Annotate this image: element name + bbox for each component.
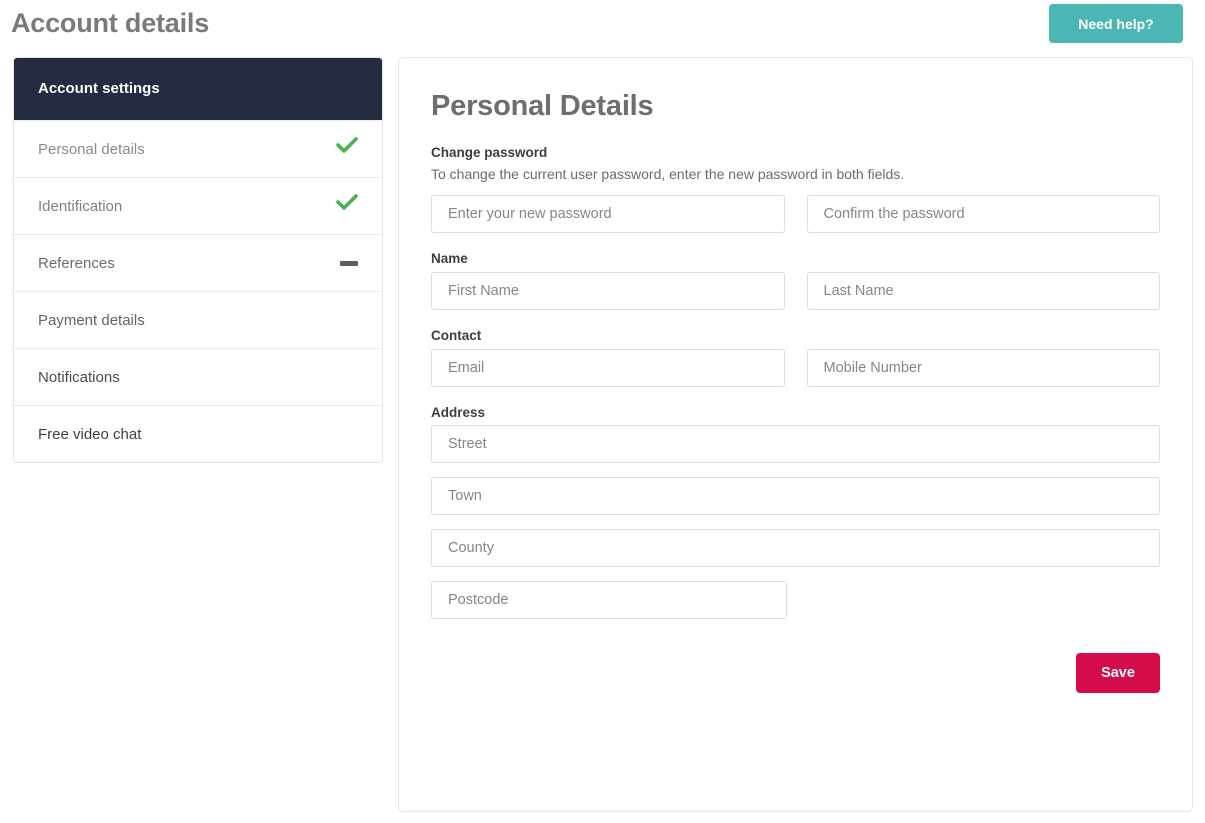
new-password-input[interactable] bbox=[431, 195, 785, 233]
confirm-password-input[interactable] bbox=[806, 195, 1160, 233]
personal-details-panel: Personal Details Change password To chan… bbox=[398, 57, 1193, 812]
sidebar-item-label: Identification bbox=[38, 197, 123, 215]
sidebar-item-personal-details[interactable]: Personal details bbox=[14, 120, 382, 177]
sidebar-item-label: References bbox=[38, 254, 115, 272]
postcode-input[interactable] bbox=[431, 581, 787, 619]
check-icon bbox=[336, 178, 358, 235]
change-password-section: Change password To change the current us… bbox=[431, 145, 1160, 233]
name-section: Name bbox=[431, 251, 1160, 310]
page-title: Account details bbox=[11, 8, 210, 38]
county-input[interactable] bbox=[431, 529, 1160, 567]
town-input[interactable] bbox=[431, 477, 1160, 515]
account-settings-sidebar: Account settings Personal details Identi… bbox=[13, 57, 383, 463]
email-input[interactable] bbox=[431, 349, 785, 387]
contact-section: Contact bbox=[431, 328, 1160, 387]
sidebar-item-identification[interactable]: Identification bbox=[14, 177, 382, 234]
sidebar-item-label: Notifications bbox=[38, 368, 120, 386]
change-password-label: Change password bbox=[431, 145, 548, 160]
page-header: Account details Need help? bbox=[0, 0, 1205, 50]
first-name-input[interactable] bbox=[431, 272, 785, 310]
panel-title: Personal Details bbox=[431, 90, 654, 122]
name-label: Name bbox=[431, 251, 468, 266]
sidebar-item-notifications[interactable]: Notifications bbox=[14, 348, 382, 405]
sidebar-heading: Account settings bbox=[14, 58, 382, 120]
address-section: Address bbox=[431, 405, 1160, 619]
street-input[interactable] bbox=[431, 425, 1160, 463]
change-password-description: To change the current user password, ent… bbox=[431, 166, 905, 182]
sidebar-item-payment-details[interactable]: Payment details bbox=[14, 291, 382, 348]
sidebar-item-references[interactable]: References bbox=[14, 234, 382, 291]
need-help-button[interactable]: Need help? bbox=[1049, 4, 1183, 43]
contact-label: Contact bbox=[431, 328, 482, 343]
save-button[interactable]: Save bbox=[1076, 653, 1160, 693]
save-row: Save bbox=[431, 653, 1160, 693]
last-name-input[interactable] bbox=[806, 272, 1160, 310]
account-details-page: Account details Need help? Account setti… bbox=[0, 0, 1205, 823]
mobile-number-input[interactable] bbox=[806, 349, 1160, 387]
check-icon bbox=[336, 121, 358, 178]
sidebar-item-free-video-chat[interactable]: Free video chat bbox=[14, 405, 382, 462]
sidebar-item-label: Free video chat bbox=[38, 425, 142, 443]
minus-icon bbox=[340, 260, 358, 266]
address-label: Address bbox=[431, 405, 486, 419]
sidebar-item-label: Personal details bbox=[38, 140, 145, 158]
sidebar-item-label: Payment details bbox=[38, 311, 145, 329]
